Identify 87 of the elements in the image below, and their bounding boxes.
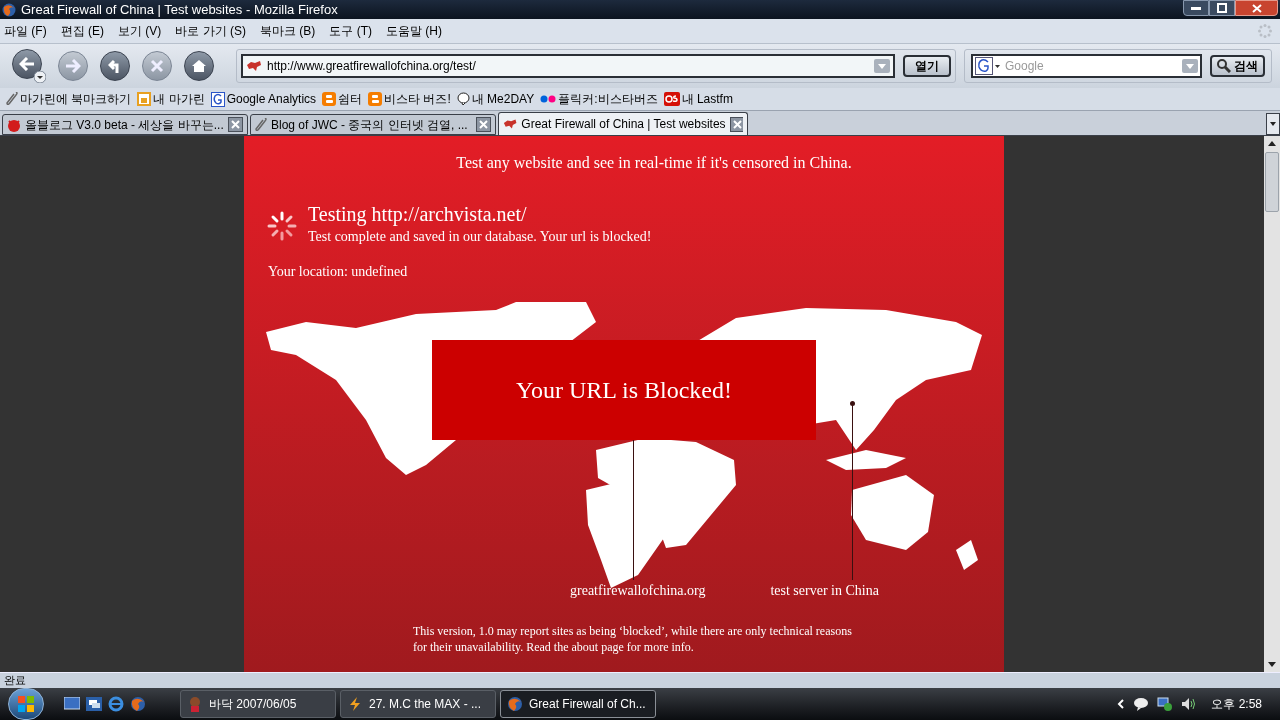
menu-item[interactable]: 도구 (T) [329,22,372,40]
minimize-button[interactable] [1183,0,1209,16]
browser-logo-icon [2,2,16,17]
tab-list-button[interactable] [1266,113,1280,135]
close-icon [1251,3,1262,13]
caret-icon [1270,122,1276,126]
close-tab-icon[interactable] [729,116,743,132]
bookmark-link[interactable]: 비스타 버즈! [368,90,451,108]
map-label: test server in China [770,582,879,600]
browser-tab[interactable]: Great Firewall of China | Test websites [498,112,748,135]
dropdown-caret-icon[interactable] [34,71,46,83]
window-switch-icon[interactable] [86,697,102,711]
menu-item[interactable]: 북마크 (B) [260,22,316,40]
back-button[interactable] [12,49,42,79]
bookmark-link[interactable]: 마가린에 북마크하기 [6,90,132,108]
character-icon [187,696,203,712]
site-favicon-icon [246,60,262,72]
reload-arrow-icon [108,58,122,74]
letter-b-icon [368,92,383,106]
speaker-icon[interactable] [1181,697,1198,711]
browser-tab[interactable]: Blog of JWC - 중국의 인터넷 검열, ... [250,114,496,135]
test-status: Test complete and saved in our database. Your url is blocked! [308,228,652,246]
stop-button[interactable] [142,51,172,81]
search-button[interactable]: 검색 [1210,55,1265,77]
go-button[interactable]: 열기 [903,55,951,77]
location-text: Your location: undefined [268,263,409,281]
bookmark-link[interactable]: 내 마가린 [137,90,205,108]
testing-heading: Testing http://archvista.net/ [308,202,528,226]
blocked-banner: Your URL is Blocked! [432,340,816,440]
scroll-thumb[interactable] [1265,152,1279,212]
minimize-icon [1191,6,1201,10]
browser-tab[interactable]: 올블로그 V3.0 beta - 세상을 바꾸는... [2,114,248,135]
restore-button[interactable] [1209,0,1235,16]
chevron-left-icon[interactable] [1117,699,1126,709]
stop-icon [150,59,164,73]
two-dots-icon [540,95,557,103]
bookmark-link[interactable]: 쉼터 [322,90,363,108]
window-title: Great Firewall of China | Test websites - Mozilla Firefox [21,0,338,19]
map-label: greatfirewallofchina.org [570,582,706,600]
site-favicon-icon [503,118,518,130]
lightning-icon [347,696,363,712]
toast-icon [137,92,152,106]
network-icon[interactable] [1157,696,1174,712]
windows-logo-icon [17,695,35,713]
bookmark-link[interactable]: Google Analytics [210,90,317,108]
speech-bubble-icon [456,92,470,106]
start-button[interactable] [8,688,44,720]
home-icon [191,59,207,73]
paperclip-icon [255,117,267,132]
search-engine-icon[interactable] [975,57,1001,75]
taskbar-button[interactable]: 바닥 2007/06/05 [180,690,336,718]
fox-globe-icon [507,696,523,712]
paperclip-icon [6,92,18,106]
fox-globe-icon[interactable] [130,696,146,712]
spinner-icon [266,210,298,242]
tagline: Test any website and see in real-time if it's censored in China. [455,153,853,174]
home-button[interactable] [184,51,214,81]
disclaimer-text: This version, 1.0 may report sites as being ‘blocked’, while there are only technical reasons for their unavailability. Read the about page for more info. [413,623,853,655]
back-arrow-icon [19,57,35,71]
letter-g-icon [210,91,225,107]
taskbar-button[interactable]: Great Firewall of Ch... [500,690,656,718]
close-tab-icon[interactable] [228,117,243,132]
taskbar-button[interactable]: 27. M.C the MAX - ... [340,690,496,718]
desktop-icon[interactable] [64,697,80,711]
restore-icon [1217,3,1227,13]
close-button[interactable] [1235,0,1278,16]
devil-face-icon [7,117,21,132]
bookmark-link[interactable]: 플릭커:비스타버즈 [540,90,658,108]
menu-item[interactable]: 보기 (V) [118,22,162,40]
search-icon [1217,59,1231,73]
forward-button[interactable] [58,51,88,81]
letter-b-icon [322,92,337,106]
speech-bubble-icon[interactable] [1133,697,1150,711]
bookmark-link[interactable]: 내 Lastfm [663,90,733,108]
menu-item[interactable]: 바로 가기 (S) [175,22,246,40]
menu-item[interactable]: 편집 (E) [60,22,104,40]
address-field[interactable]: http://www.greatfirewallofchina.org/test/ [241,54,895,78]
clock[interactable]: 오후 2:58 [1211,695,1262,713]
throbber-icon [1258,24,1272,38]
bookmark-link[interactable]: 내 Me2DAY [456,90,535,108]
forward-arrow-icon [65,59,81,73]
status-text: 완료 [4,673,26,689]
reload-button[interactable] [100,51,130,81]
close-tab-icon[interactable] [476,117,491,132]
menu-item[interactable]: 파일 (F) [4,22,47,40]
browser-e-icon[interactable] [108,696,124,712]
menu-item[interactable]: 도움말 (H) [386,22,442,40]
